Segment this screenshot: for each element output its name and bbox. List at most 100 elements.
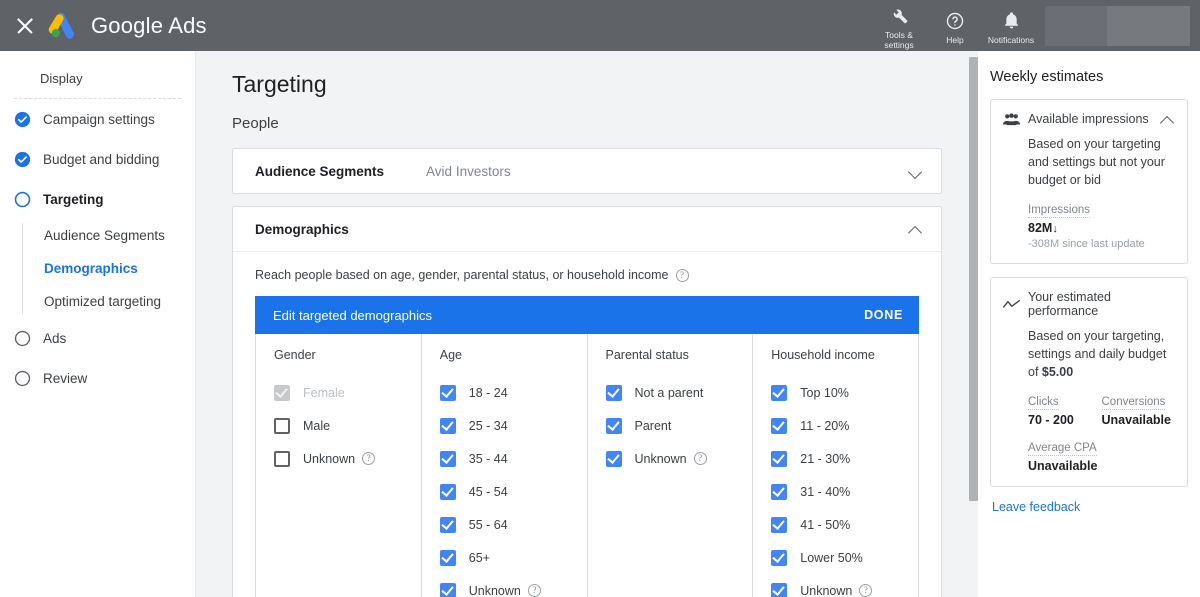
- page-title: Targeting: [196, 51, 978, 98]
- demographics-option[interactable]: Parent: [606, 409, 753, 442]
- demographics-option[interactable]: 55 - 64: [440, 508, 587, 541]
- checkbox-checked-icon[interactable]: [606, 385, 622, 401]
- main-scrollbar-thumb[interactable]: [969, 57, 978, 501]
- demographics-option[interactable]: 45 - 54: [440, 475, 587, 508]
- checkbox-checked-icon[interactable]: [771, 451, 787, 467]
- account-selector[interactable]: [1045, 6, 1190, 46]
- demographics-option[interactable]: Unknown?: [606, 442, 753, 475]
- demographics-title: Demographics: [255, 222, 349, 237]
- audience-segments-header[interactable]: Audience Segments Avid Investors: [233, 149, 941, 193]
- checkbox-checked-icon[interactable]: [440, 484, 456, 500]
- sidebar-item-campaign-settings[interactable]: Campaign settings: [0, 99, 195, 139]
- available-impressions-card: Available impressions Based on your targ…: [990, 99, 1188, 264]
- estimated-performance-header[interactable]: Your estimated performance: [1003, 290, 1175, 318]
- available-impressions-header[interactable]: Available impressions: [1003, 112, 1175, 126]
- chevron-up-icon[interactable]: [909, 222, 923, 236]
- demographics-option[interactable]: Male: [274, 409, 421, 442]
- sidebar-item-audience-segments[interactable]: Audience Segments: [44, 219, 195, 252]
- chevron-down-icon[interactable]: [909, 164, 923, 178]
- demographics-option[interactable]: 65+: [440, 541, 587, 574]
- checkbox-unchecked-icon[interactable]: [274, 451, 290, 467]
- help-button[interactable]: Help: [927, 7, 983, 45]
- available-impressions-description: Based on your targeting and settings but…: [1003, 135, 1175, 189]
- demographics-option[interactable]: 31 - 40%: [771, 475, 918, 508]
- edit-bar-title: Edit targeted demographics: [273, 308, 432, 323]
- sidebar-item-targeting[interactable]: Targeting: [0, 179, 195, 219]
- checkbox-checked-icon[interactable]: [440, 583, 456, 597]
- sidebar-item-ads[interactable]: Ads: [0, 318, 195, 358]
- done-button[interactable]: DONE: [864, 308, 903, 322]
- sidebar-item-demographics[interactable]: Demographics: [44, 252, 195, 285]
- help-icon[interactable]: ?: [694, 452, 707, 465]
- option-label: 41 - 50%: [800, 518, 850, 532]
- demographics-option: Female: [274, 376, 421, 409]
- account-selector-left: [1045, 6, 1107, 46]
- checkbox-checked-icon[interactable]: [440, 385, 456, 401]
- demographics-option[interactable]: Unknown?: [274, 442, 421, 475]
- sidebar-item-budget-and-bidding[interactable]: Budget and bidding: [0, 139, 195, 179]
- option-label: Top 10%: [800, 386, 849, 400]
- checkbox-checked-icon[interactable]: [771, 517, 787, 533]
- checkbox-checked-icon[interactable]: [771, 484, 787, 500]
- checkbox-checked-icon[interactable]: [771, 550, 787, 566]
- notifications-button[interactable]: Notifications: [983, 7, 1039, 45]
- google-ads-campaign-builder: Google Ads Tools & settings Help: [0, 0, 1200, 597]
- checkbox-checked-icon[interactable]: [440, 550, 456, 566]
- demographics-option[interactable]: 11 - 20%: [771, 409, 918, 442]
- demographics-option[interactable]: Not a parent: [606, 376, 753, 409]
- clicks-label: Clicks: [1028, 396, 1059, 410]
- sidebar-item-review[interactable]: Review: [0, 358, 195, 398]
- close-icon[interactable]: [14, 15, 36, 37]
- demographics-option[interactable]: 25 - 34: [440, 409, 587, 442]
- demographics-option[interactable]: 21 - 30%: [771, 442, 918, 475]
- help-icon[interactable]: ?: [528, 584, 541, 597]
- checkbox-checked-icon: [274, 385, 290, 401]
- sidebar-item-optimized-targeting[interactable]: Optimized targeting: [44, 285, 195, 318]
- option-label: Unknown: [469, 584, 521, 597]
- help-icon[interactable]: ?: [676, 269, 689, 282]
- demographics-option[interactable]: 35 - 44: [440, 442, 587, 475]
- checkbox-checked-icon[interactable]: [606, 451, 622, 467]
- sidebar-item-label: Review: [43, 371, 87, 386]
- demographics-card: Demographics Reach people based on age, …: [232, 206, 942, 597]
- demographics-option[interactable]: 18 - 24: [440, 376, 587, 409]
- demographics-header[interactable]: Demographics: [233, 207, 941, 252]
- checkbox-checked-icon[interactable]: [771, 418, 787, 434]
- checkbox-checked-icon[interactable]: [606, 418, 622, 434]
- help-icon[interactable]: ?: [362, 452, 375, 465]
- demographics-option[interactable]: Unknown?: [440, 574, 587, 597]
- audience-segments-card: Audience Segments Avid Investors: [232, 148, 942, 194]
- demographics-option[interactable]: Lower 50%: [771, 541, 918, 574]
- help-icon[interactable]: ?: [859, 584, 872, 597]
- option-label: 65+: [469, 551, 490, 565]
- checkbox-unchecked-icon[interactable]: [274, 418, 290, 434]
- chevron-up-icon[interactable]: [1161, 112, 1175, 126]
- performance-budget-value: $5.00: [1042, 365, 1073, 379]
- conversions-label: Conversions: [1102, 396, 1166, 410]
- performance-metrics-row: Clicks 70 - 200 Conversions Unavailable: [1003, 392, 1175, 427]
- checkbox-checked-icon[interactable]: [440, 451, 456, 467]
- column-header: Gender: [274, 348, 421, 362]
- option-label: 11 - 20%: [800, 419, 849, 433]
- available-impressions-title: Available impressions: [1028, 112, 1161, 126]
- account-selector-right: [1107, 6, 1190, 46]
- demographics-option[interactable]: Unknown?: [771, 574, 918, 597]
- sidebar-item-label: Ads: [43, 331, 66, 346]
- impressions-metric-note: -308M since last update: [1028, 238, 1175, 250]
- trend-line-icon: [1003, 299, 1020, 310]
- bell-icon: [1002, 9, 1021, 33]
- option-label: Parent: [635, 419, 672, 433]
- tools-and-settings-button[interactable]: Tools & settings: [871, 2, 927, 50]
- checkbox-checked-icon[interactable]: [771, 583, 787, 597]
- demographics-option[interactable]: Top 10%: [771, 376, 918, 409]
- average-cpa-label: Average CPA: [1028, 442, 1097, 456]
- option-label: 45 - 54: [469, 485, 508, 499]
- checkbox-checked-icon[interactable]: [771, 385, 787, 401]
- demographics-option[interactable]: 41 - 50%: [771, 508, 918, 541]
- demographics-description: Reach people based on age, gender, paren…: [255, 268, 669, 282]
- demographics-column: Parental statusNot a parentParentUnknown…: [588, 334, 754, 597]
- checkbox-checked-icon[interactable]: [440, 418, 456, 434]
- leave-feedback-link[interactable]: Leave feedback: [990, 500, 1188, 514]
- checkbox-checked-icon[interactable]: [440, 517, 456, 533]
- option-label: Female: [303, 386, 345, 400]
